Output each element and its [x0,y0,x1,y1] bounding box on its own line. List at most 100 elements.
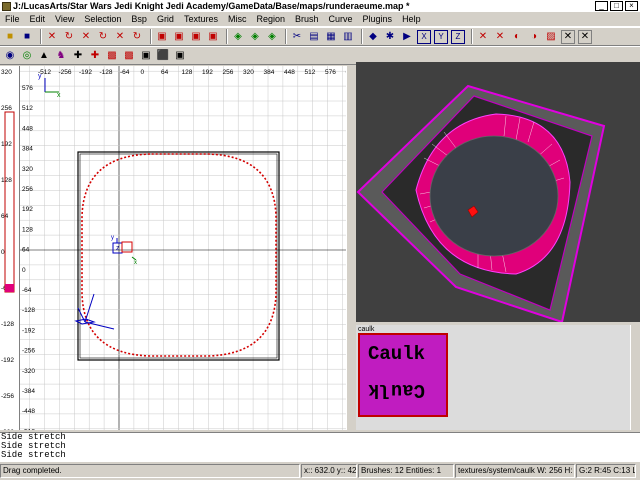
rotate-z-icon[interactable]: ↻ [130,30,144,44]
menu-selection[interactable]: Selection [79,14,126,24]
select-partial-tall-icon[interactable]: ▣ [189,30,203,44]
menu-edit[interactable]: Edit [25,14,51,24]
x-view-icon[interactable]: X [417,29,431,44]
entity-icon[interactable]: ◆ [366,30,380,44]
show-detail-icon[interactable]: ▣ [139,49,153,63]
select-touching-icon[interactable]: ▣ [172,30,186,44]
menu-file[interactable]: File [0,14,25,24]
status-coords: x:: 632.0 y:: 428.0 z:: 0.0 [301,464,357,478]
patch-drill-icon[interactable]: ◑ [527,30,541,44]
close-button[interactable]: × [625,1,638,11]
menu-brush[interactable]: Brush [290,14,324,24]
console-line: Side stretch [1,432,66,442]
z-brush-outline [4,111,15,293]
texture-view-mode-icon[interactable]: ▦ [324,30,338,44]
grid-y-tick: 576 [22,85,33,92]
menu-textures[interactable]: Textures [179,14,223,24]
z-view[interactable]: 320256192128640-64-128-192-256-320 [0,66,20,436]
z-view-icon[interactable]: Z [451,29,465,44]
grid-x-tick: -64 [120,69,130,76]
cube-clip-icon[interactable]: ▥ [341,30,355,44]
camera-canvas [356,84,606,322]
patch-weld-icon[interactable]: ◐ [510,30,524,44]
show-clip-icon[interactable]: ✚ [71,49,85,63]
texture-browser[interactable]: caulk Caulk Caulk [356,325,640,430]
rotate-y-icon[interactable]: ↻ [96,30,110,44]
flip-z-icon[interactable]: ✕ [113,30,127,44]
show-patch-bounds-icon[interactable]: ▨ [544,30,558,44]
show-hint-icon[interactable]: ✚ [88,49,102,63]
flip-x-icon[interactable]: ✕ [45,30,59,44]
show-lights-icon[interactable]: ◎ [20,49,34,63]
grid-x-tick: -192 [79,69,92,76]
clipper-icon[interactable]: ✂ [290,30,304,44]
grid-canvas: -512 -256 -192 -128 -64 0 64 128 192 256 320 384 448… [20,66,353,430]
save-icon[interactable]: ■ [20,30,34,44]
select-inside-icon[interactable]: ▣ [206,30,220,44]
grid-y-tick: -320 [22,368,35,375]
y-view-icon[interactable]: Y [434,29,448,44]
status-grid: G:2 R:45 C:13 L:MR [576,464,636,478]
show-waypoints-icon[interactable]: ▩ [122,49,136,63]
show-areaportals-icon[interactable]: ▣ [173,49,187,63]
patch-select-icon[interactable]: ✕ [578,29,592,44]
maximize-button[interactable]: □ [610,1,623,11]
window-title: J:/LucasArts/Star Wars Jedi Knight Jedi … [13,1,410,11]
caulk-texture-tile[interactable]: Caulk Caulk [358,333,448,417]
menu-misc[interactable]: Misc [223,14,252,24]
csg-subtract-icon[interactable]: ◈ [231,30,245,44]
curved-patch-outline [81,153,277,357]
grid-y-tick: 384 [22,146,33,153]
xy-grid-view[interactable]: -512 -256 -192 -128 -64 0 64 128 192 256 320 384 448… [20,66,354,430]
menu-curve[interactable]: Curve [324,14,358,24]
grid-x-tick: 128 [182,69,193,76]
change-views-icon[interactable]: ▤ [307,30,321,44]
menu-grid[interactable]: Grid [152,14,179,24]
minimize-button[interactable]: _ [595,1,608,11]
grid-vertical-scrollbar[interactable] [346,66,354,430]
grid-y-tick: 256 [22,186,33,193]
z-view-canvas: 320256192128640-64-128-192-256-320 [1,69,15,436]
grid-x-tick: 256 [223,69,234,76]
open-icon[interactable]: ■ [3,30,17,44]
csg-merge-icon[interactable]: ◈ [248,30,262,44]
z-tick: 256 [1,105,12,112]
caulk-mirrored-label: Caulk [368,379,426,401]
grid-x-tick: -256 [59,69,72,76]
texture-name: caulk [358,326,375,333]
show-triggers-icon[interactable]: ▩ [105,49,119,63]
patch-insdel-icon[interactable]: ✕ [493,30,507,44]
show-curves-icon[interactable]: ▲ [37,49,51,63]
grid-y-tick: -384 [22,388,35,395]
flip-y-icon[interactable]: ✕ [79,30,93,44]
z-selected-marker [5,284,14,292]
show-entities-icon[interactable]: ◉ [3,49,17,63]
texture-scrollbar[interactable] [630,325,640,430]
show-models-icon[interactable]: ♞ [54,49,68,63]
title-bar: J:/LucasArts/Star Wars Jedi Knight Jedi … [0,0,640,12]
main-toolbar: ■ ■ ✕ ↻ ✕ ↻ ✕ ↻ ▣ ▣ ▣ ▣ ◈ ◈ ◈ ✂ ▤ ▦ ▥ ◆ … [0,27,640,46]
select-complete-tall-icon[interactable]: ▣ [155,30,169,44]
origin-z-label: z [116,245,120,252]
caulk-label: Caulk [368,343,426,365]
grid-x-tick: 448 [284,69,295,76]
menu-plugins[interactable]: Plugins [358,14,398,24]
patch-wireframe-icon[interactable]: ✕ [561,29,575,44]
menu-bsp[interactable]: Bsp [126,14,152,24]
camera-view[interactable] [356,62,640,322]
patch-bend-icon[interactable]: ✕ [476,30,490,44]
rotate-x-icon[interactable]: ↻ [62,30,76,44]
status-message: Drag completed. [0,464,300,478]
z-tick: -256 [1,393,14,400]
menu-view[interactable]: View [50,14,79,24]
hollow-icon[interactable]: ◈ [265,30,279,44]
grid-y-tick: 320 [22,166,33,173]
grid-x-tick: 192 [202,69,213,76]
show-paths-icon[interactable]: ⬛ [156,49,170,63]
camera-position-icon[interactable] [74,293,115,330]
menu-help[interactable]: Help [397,14,426,24]
camera-icon[interactable]: ▶ [400,30,414,44]
grid-y-tick: -448 [22,408,35,415]
lighting-icon[interactable]: ✱ [383,30,397,44]
menu-region[interactable]: Region [251,14,290,24]
